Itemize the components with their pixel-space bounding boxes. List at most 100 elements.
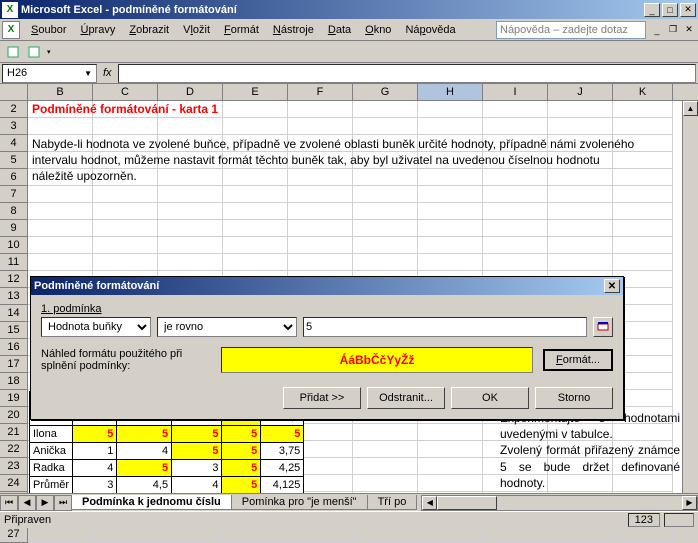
row-header-3[interactable]: 3 [0, 118, 28, 135]
cell-H8[interactable] [418, 203, 483, 220]
cell-K11[interactable] [613, 254, 673, 271]
cell-K10[interactable] [613, 237, 673, 254]
menu-format[interactable]: Formát [217, 22, 266, 38]
cancel-button[interactable]: Storno [535, 387, 613, 409]
mdi-restore[interactable]: ❐ [666, 23, 680, 37]
format-button[interactable]: Formát... [543, 349, 613, 371]
scroll-left-icon[interactable]: ◀ [422, 496, 437, 510]
cell-E2[interactable] [223, 101, 288, 118]
cell-E3[interactable] [223, 118, 288, 135]
cell-H22[interactable] [418, 441, 483, 458]
cell-G24[interactable] [353, 475, 418, 492]
cell-G2[interactable] [353, 101, 418, 118]
row-header-13[interactable]: 13 [0, 288, 28, 305]
horizontal-scrollbar[interactable]: ◀ ▶ [421, 495, 698, 511]
cell-C3[interactable] [93, 118, 158, 135]
cell-I3[interactable] [483, 118, 548, 135]
cell-G22[interactable] [353, 441, 418, 458]
cell-K3[interactable] [613, 118, 673, 135]
cell-F3[interactable] [288, 118, 353, 135]
cell-C10[interactable] [93, 237, 158, 254]
cell-B9[interactable] [28, 220, 93, 237]
cell-I10[interactable] [483, 237, 548, 254]
cell-G11[interactable] [353, 254, 418, 271]
cell-E7[interactable] [223, 186, 288, 203]
cell-H21[interactable] [418, 424, 483, 441]
col-header-J[interactable]: J [548, 84, 613, 100]
row-header-24[interactable]: 24 [0, 475, 28, 492]
cell-E8[interactable] [223, 203, 288, 220]
cell-F11[interactable] [288, 254, 353, 271]
cell-B7[interactable] [28, 186, 93, 203]
menu-soubor[interactable]: Soubor [24, 22, 73, 38]
add-condition-button[interactable]: Přidat >> [283, 387, 361, 409]
maximize-button[interactable]: □ [662, 3, 678, 17]
hscroll-thumb[interactable] [437, 496, 497, 510]
cell-G7[interactable] [353, 186, 418, 203]
col-header-B[interactable]: B [28, 84, 93, 100]
cell-D11[interactable] [158, 254, 223, 271]
cell-I11[interactable] [483, 254, 548, 271]
vertical-scrollbar[interactable]: ▲ ▼ [682, 101, 698, 524]
cell-F10[interactable] [288, 237, 353, 254]
row-header-18[interactable]: 18 [0, 373, 28, 390]
minimize-button[interactable]: _ [644, 3, 660, 17]
cell-F7[interactable] [288, 186, 353, 203]
formula-bar[interactable] [118, 64, 696, 83]
select-all-corner[interactable] [0, 84, 28, 100]
cell-K8[interactable] [613, 203, 673, 220]
condition-value-input[interactable] [303, 317, 587, 337]
tab-nav-last[interactable]: ⏭ [54, 495, 72, 511]
row-header-8[interactable]: 8 [0, 203, 28, 220]
row-header-2[interactable]: 2 [0, 101, 28, 118]
sheet-tab-active[interactable]: Podmínka k jednomu číslu [71, 495, 232, 510]
cell-D9[interactable] [158, 220, 223, 237]
cell-D3[interactable] [158, 118, 223, 135]
tab-nav-first[interactable]: ⏮ [0, 495, 18, 511]
cell-I27[interactable] [483, 526, 548, 543]
cell-G3[interactable] [353, 118, 418, 135]
cell-H24[interactable] [418, 475, 483, 492]
close-button[interactable]: ✕ [680, 3, 696, 17]
cell-E10[interactable] [223, 237, 288, 254]
cell-K7[interactable] [613, 186, 673, 203]
cell-H27[interactable] [418, 526, 483, 543]
cell-G23[interactable] [353, 458, 418, 475]
cell-G21[interactable] [353, 424, 418, 441]
cell-H23[interactable] [418, 458, 483, 475]
cell-G8[interactable] [353, 203, 418, 220]
cell-C9[interactable] [93, 220, 158, 237]
col-header-F[interactable]: F [288, 84, 353, 100]
dialog-close-button[interactable]: ✕ [604, 279, 620, 293]
row-header-4[interactable]: 4 [0, 135, 28, 152]
cell-K9[interactable] [613, 220, 673, 237]
cell-I9[interactable] [483, 220, 548, 237]
cell-B8[interactable] [28, 203, 93, 220]
cell-I7[interactable] [483, 186, 548, 203]
cell-C8[interactable] [93, 203, 158, 220]
col-header-D[interactable]: D [158, 84, 223, 100]
name-box[interactable]: H26 ▼ [2, 64, 97, 83]
help-search-box[interactable]: Nápověda – zadejte dotaz [496, 21, 646, 39]
cell-D10[interactable] [158, 237, 223, 254]
tab-nav-next[interactable]: ▶ [36, 495, 54, 511]
cell-F2[interactable] [288, 101, 353, 118]
row-header-19[interactable]: 19 [0, 390, 28, 407]
row-header-10[interactable]: 10 [0, 237, 28, 254]
row-header-12[interactable]: 12 [0, 271, 28, 288]
range-picker-button[interactable] [593, 317, 613, 337]
cell-H9[interactable] [418, 220, 483, 237]
col-header-K[interactable]: K [613, 84, 673, 100]
toolbar-btn-2[interactable] [25, 43, 43, 61]
row-header-11[interactable]: 11 [0, 254, 28, 271]
cell-B10[interactable] [28, 237, 93, 254]
col-header-H[interactable]: H [418, 84, 483, 100]
cell-G10[interactable] [353, 237, 418, 254]
name-box-dropdown-icon[interactable]: ▼ [84, 69, 92, 78]
cell-C7[interactable] [93, 186, 158, 203]
cell-B11[interactable] [28, 254, 93, 271]
row-header-15[interactable]: 15 [0, 322, 28, 339]
cell-J2[interactable] [548, 101, 613, 118]
cell-K2[interactable] [613, 101, 673, 118]
cell-D7[interactable] [158, 186, 223, 203]
